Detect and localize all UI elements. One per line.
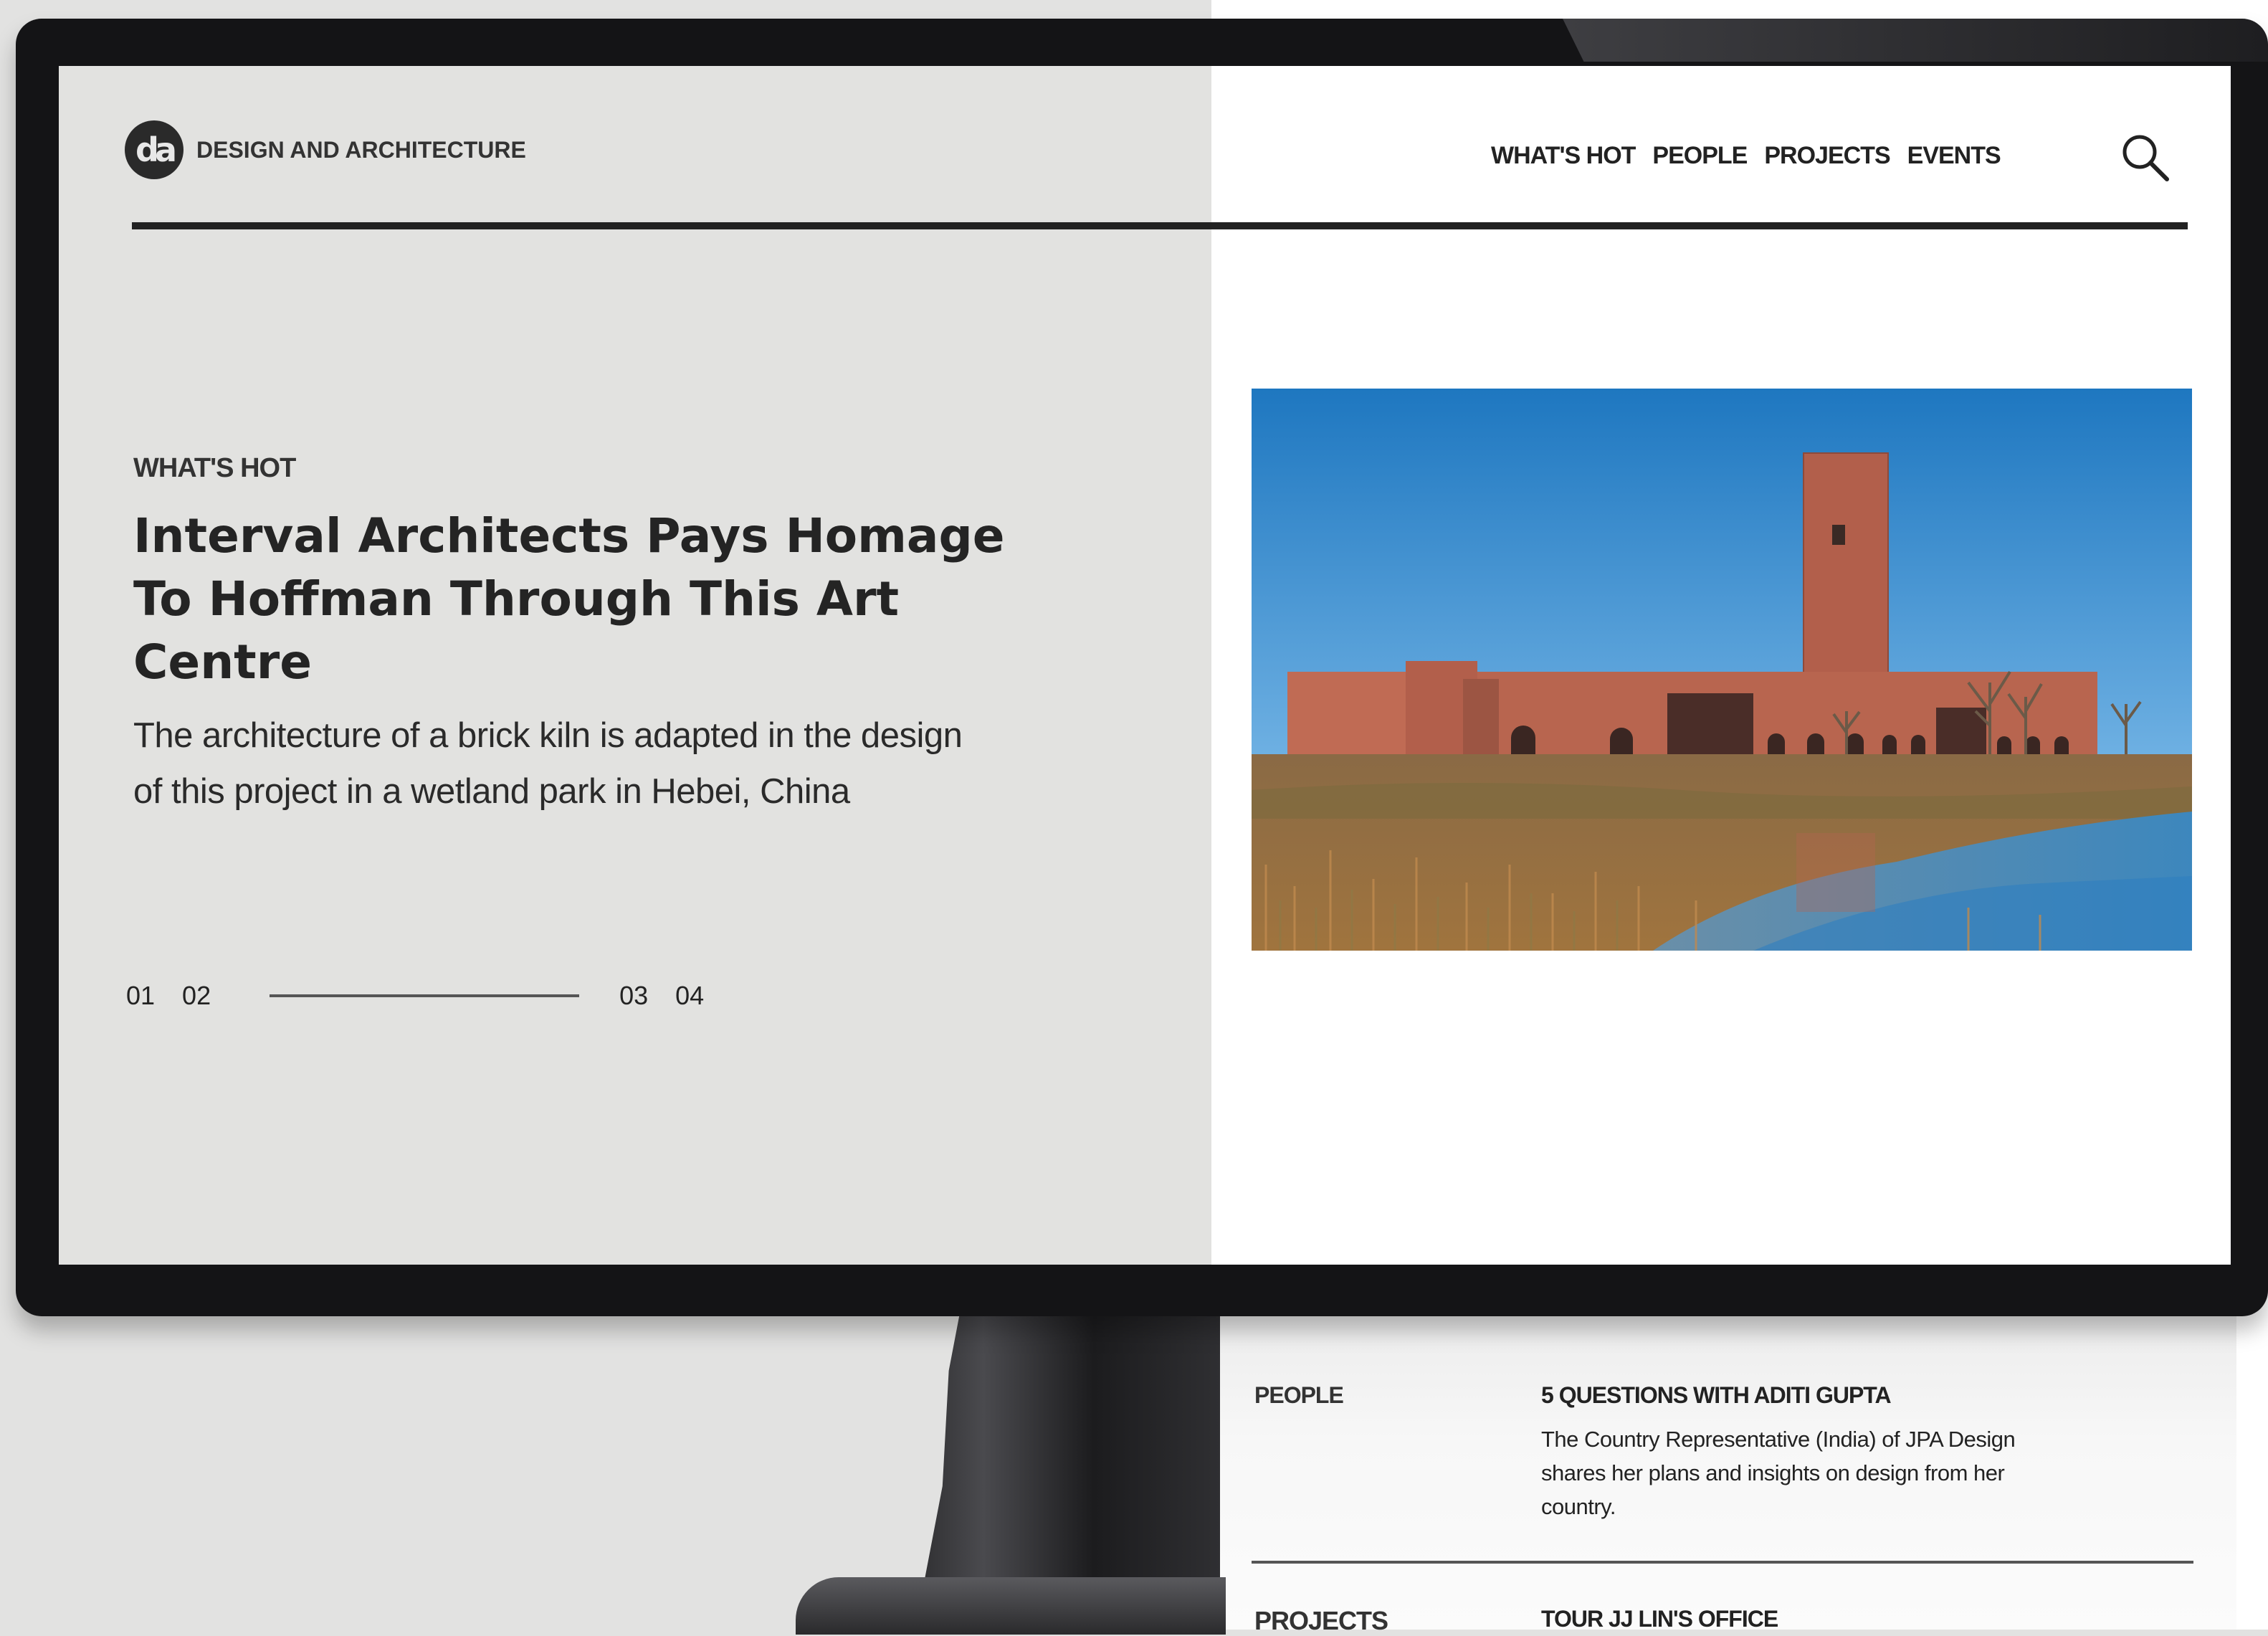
monitor-sheen xyxy=(1563,19,2268,62)
main-nav: WHAT'S HOT PEOPLE PROJECTS EVENTS xyxy=(1491,142,2001,170)
nav-item-events[interactable]: EVENTS xyxy=(1907,142,2001,170)
article-subhead: The architecture of a brick kiln is adap… xyxy=(133,716,963,811)
search-icon[interactable] xyxy=(2120,132,2171,184)
logo-mark: da xyxy=(125,120,184,179)
slide-pager: 01 02 03 04 xyxy=(126,981,704,1011)
header-divider xyxy=(132,222,2188,229)
monitor-stand-base xyxy=(796,1577,1226,1635)
site-logo[interactable]: da DESIGN AND ARCHITECTURE xyxy=(125,120,526,179)
pager-item-01[interactable]: 01 xyxy=(126,981,155,1011)
site-name: DESIGN AND ARCHITECTURE xyxy=(196,136,526,163)
pager-progress-track[interactable] xyxy=(270,994,580,997)
monitor-screen: da DESIGN AND ARCHITECTURE WHAT'S HOT PE… xyxy=(59,66,2231,1265)
list-item-description: The Country Representative (India) of JP… xyxy=(1541,1427,2016,1519)
nav-item-whats-hot[interactable]: WHAT'S HOT xyxy=(1491,142,1636,170)
list-item-title[interactable]: 5 QUESTIONS WITH ADITI GUPTA xyxy=(1541,1382,1892,1409)
list-item-category[interactable]: PROJECTS xyxy=(1254,1606,1388,1636)
pager-item-03[interactable]: 03 xyxy=(619,981,648,1011)
pager-item-04[interactable]: 04 xyxy=(675,981,704,1011)
list-item-category[interactable]: PEOPLE xyxy=(1254,1382,1344,1409)
hero-image[interactable] xyxy=(1252,389,2192,951)
list-divider xyxy=(1252,1561,2193,1564)
article-headline[interactable]: Interval Architects Pays Homage To Hoffm… xyxy=(133,505,1015,694)
list-item-title[interactable]: TOUR JJ LIN'S OFFICE xyxy=(1541,1606,1778,1632)
nav-item-projects[interactable]: PROJECTS xyxy=(1764,142,1890,170)
article-category[interactable]: WHAT'S HOT xyxy=(133,453,296,484)
nav-item-people[interactable]: PEOPLE xyxy=(1652,142,1748,170)
pager-item-02[interactable]: 02 xyxy=(182,981,211,1011)
